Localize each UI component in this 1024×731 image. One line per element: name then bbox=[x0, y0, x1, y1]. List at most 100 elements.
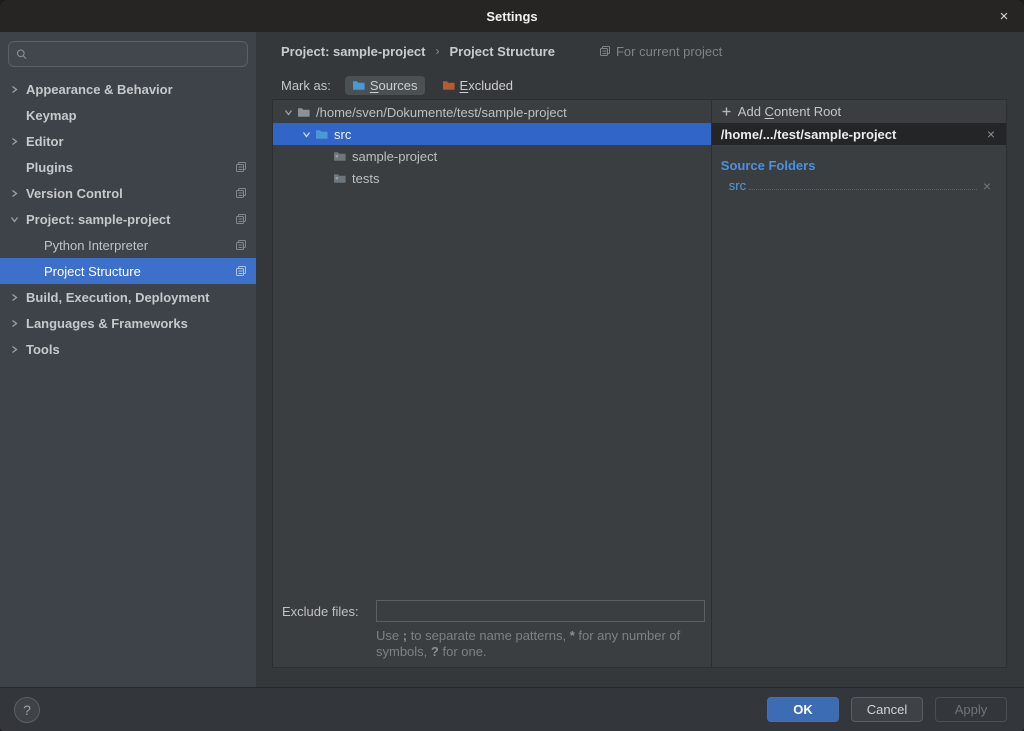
sidebar-item-label: Appearance & Behavior bbox=[26, 82, 173, 97]
per-project-settings-icon bbox=[234, 239, 248, 251]
search-input[interactable] bbox=[34, 47, 240, 62]
sidebar-item-build-execution[interactable]: Build, Execution, Deployment bbox=[0, 284, 256, 310]
excluded-folder-icon bbox=[442, 79, 455, 91]
per-project-settings-icon bbox=[599, 45, 611, 57]
chevron-right-icon bbox=[10, 345, 26, 354]
content-root-path: /home/.../test/sample-project bbox=[721, 127, 985, 142]
tree-row-src[interactable]: src bbox=[273, 123, 711, 145]
settings-dialog: Settings × Appearance & Behavior Keymap … bbox=[0, 0, 1024, 731]
chevron-right-icon bbox=[10, 189, 26, 198]
tree-row-tests[interactable]: tests bbox=[273, 167, 711, 189]
dialog-footer: ? OK Cancel Apply bbox=[0, 687, 1024, 731]
help-button[interactable]: ? bbox=[14, 697, 40, 723]
sidebar-item-project-structure[interactable]: Project Structure bbox=[0, 258, 256, 284]
sidebar-item-label: Editor bbox=[26, 134, 64, 149]
remove-content-root-icon[interactable]: × bbox=[985, 127, 997, 141]
per-project-settings-icon bbox=[234, 265, 248, 277]
sidebar-item-keymap[interactable]: Keymap bbox=[0, 102, 256, 128]
tree-row-sample-project[interactable]: sample-project bbox=[273, 145, 711, 167]
exclude-files-hint: Use ; to separate name patterns, * for a… bbox=[376, 628, 708, 660]
chevron-right-icon bbox=[10, 85, 26, 94]
folder-icon bbox=[333, 150, 346, 162]
chevron-right-icon bbox=[10, 293, 26, 302]
chevron-right-icon bbox=[10, 137, 26, 146]
chevron-down-icon[interactable] bbox=[297, 130, 315, 139]
sidebar-item-python-interpreter[interactable]: Python Interpreter bbox=[0, 232, 256, 258]
source-folder-name: src bbox=[729, 178, 746, 193]
folder-icon bbox=[297, 106, 310, 118]
sources-label: ources bbox=[379, 78, 418, 93]
sidebar-item-label: Version Control bbox=[26, 186, 123, 201]
sources-mnemonic: S bbox=[370, 78, 379, 93]
mark-excluded-button[interactable]: Excluded bbox=[435, 76, 520, 95]
mark-as-label: Mark as: bbox=[281, 78, 331, 93]
add-content-root-button[interactable]: Add Content Root bbox=[712, 100, 1006, 123]
sidebar-item-label: Keymap bbox=[26, 108, 77, 123]
exclude-files-input[interactable] bbox=[376, 600, 705, 622]
source-folder-icon bbox=[352, 79, 365, 91]
dialog-title: Settings bbox=[486, 9, 537, 24]
tree-row-label: /home/sven/Dokumente/test/sample-project bbox=[316, 105, 567, 120]
title-bar: Settings × bbox=[0, 0, 1024, 32]
dotted-leader bbox=[749, 189, 977, 190]
source-folders-title: Source Folders bbox=[721, 158, 997, 173]
sidebar-item-plugins[interactable]: Plugins bbox=[0, 154, 256, 180]
sidebar-item-languages-frameworks[interactable]: Languages & Frameworks bbox=[0, 310, 256, 336]
sidebar-item-label: Python Interpreter bbox=[44, 238, 148, 253]
sidebar-item-label: Project: sample-project bbox=[26, 212, 171, 227]
chevron-down-icon[interactable] bbox=[279, 108, 297, 117]
sidebar-item-label: Languages & Frameworks bbox=[26, 316, 188, 331]
sidebar-item-project[interactable]: Project: sample-project bbox=[0, 206, 256, 232]
tree-row-label: src bbox=[334, 127, 351, 142]
project-structure-panels: /home/sven/Dokumente/test/sample-project… bbox=[272, 99, 1007, 668]
sidebar-item-tools[interactable]: Tools bbox=[0, 336, 256, 362]
plus-icon bbox=[721, 106, 732, 117]
sidebar-item-appearance[interactable]: Appearance & Behavior bbox=[0, 76, 256, 102]
sidebar-item-editor[interactable]: Editor bbox=[0, 128, 256, 154]
exclude-files-label: Exclude files: bbox=[282, 604, 376, 619]
settings-nav: Appearance & Behavior Keymap Editor Plug… bbox=[0, 76, 256, 362]
exclude-files-section: Exclude files: Use ; to separate name pa… bbox=[282, 600, 705, 660]
cancel-button[interactable]: Cancel bbox=[851, 697, 923, 722]
per-project-settings-icon bbox=[234, 187, 248, 199]
mark-sources-button[interactable]: Sources bbox=[345, 76, 425, 95]
remove-source-folder-icon[interactable]: × bbox=[981, 179, 993, 193]
chevron-right-icon bbox=[10, 319, 26, 328]
sidebar-item-label: Plugins bbox=[26, 160, 73, 175]
content-roots-panel: Add Content Root /home/.../test/sample-p… bbox=[711, 100, 1006, 667]
breadcrumb-separator-icon: › bbox=[436, 44, 440, 58]
ok-button[interactable]: OK bbox=[767, 697, 839, 722]
breadcrumb: Project: sample-project › Project Struct… bbox=[281, 39, 722, 63]
sidebar-item-label: Build, Execution, Deployment bbox=[26, 290, 209, 305]
breadcrumb-page: Project Structure bbox=[450, 44, 555, 59]
mark-as-toolbar: Mark as: Sources Excluded bbox=[281, 73, 520, 97]
tree-row-label: sample-project bbox=[352, 149, 437, 164]
settings-main: Project: sample-project › Project Struct… bbox=[256, 32, 1024, 687]
sidebar-item-label: Project Structure bbox=[44, 264, 141, 279]
content-tree-panel: /home/sven/Dokumente/test/sample-project… bbox=[273, 100, 711, 667]
close-icon[interactable]: × bbox=[993, 0, 1015, 32]
chevron-down-icon bbox=[10, 215, 26, 224]
context-note: For current project bbox=[599, 44, 722, 59]
sidebar-item-label: Tools bbox=[26, 342, 60, 357]
add-root-label-rest: ontent Root bbox=[774, 104, 841, 119]
source-folder-row[interactable]: src × bbox=[712, 176, 1006, 195]
sidebar-item-version-control[interactable]: Version Control bbox=[0, 180, 256, 206]
apply-button: Apply bbox=[935, 697, 1007, 722]
folder-icon bbox=[333, 172, 346, 184]
excluded-mnemonic: E bbox=[460, 78, 469, 93]
breadcrumb-project[interactable]: Project: sample-project bbox=[281, 44, 426, 59]
context-note-label: For current project bbox=[616, 44, 722, 59]
tree-row-label: tests bbox=[352, 171, 379, 186]
add-root-mnemonic: C bbox=[765, 104, 774, 119]
settings-sidebar: Appearance & Behavior Keymap Editor Plug… bbox=[0, 32, 256, 687]
add-root-label: Add bbox=[738, 104, 765, 119]
search-icon bbox=[16, 48, 28, 61]
source-folder-icon bbox=[315, 128, 328, 140]
per-project-settings-icon bbox=[234, 161, 248, 173]
search-box[interactable] bbox=[8, 41, 248, 67]
excluded-label: xcluded bbox=[468, 78, 513, 93]
tree-row-root[interactable]: /home/sven/Dokumente/test/sample-project bbox=[273, 101, 711, 123]
content-root-row[interactable]: /home/.../test/sample-project × bbox=[712, 123, 1006, 145]
per-project-settings-icon bbox=[234, 213, 248, 225]
